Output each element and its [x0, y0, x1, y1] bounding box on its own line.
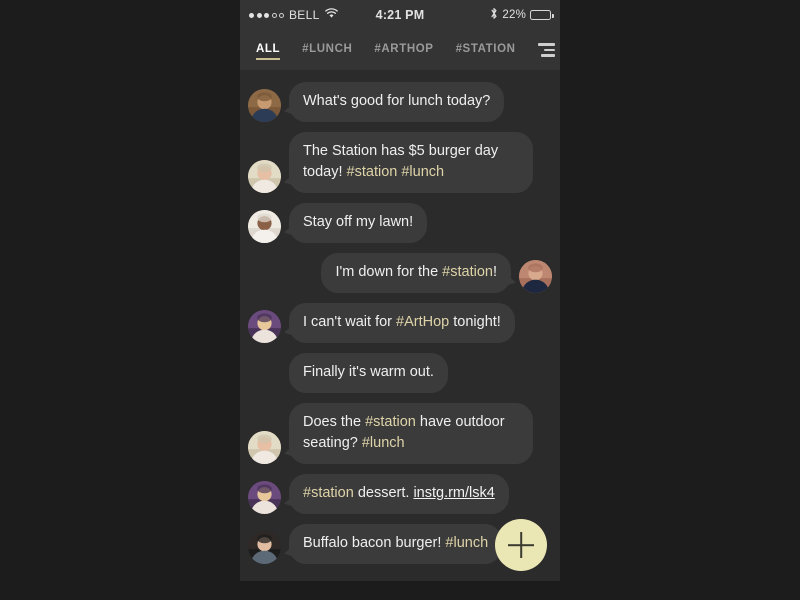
hashtag-link[interactable]: #station: [347, 164, 398, 180]
wifi-icon: [324, 8, 338, 22]
avatar[interactable]: [248, 310, 281, 344]
message-text: I'm down for the: [335, 264, 443, 281]
tab-all[interactable]: ALL: [256, 40, 281, 60]
avatar[interactable]: [248, 531, 281, 565]
battery-percent-label: 22%: [502, 9, 526, 21]
hashtag-link[interactable]: #station: [365, 414, 416, 430]
message-bubble[interactable]: Does the #station have outdoor seating? …: [289, 403, 533, 465]
status-bar-right: 22%: [424, 7, 554, 23]
message-row: #station dessert. instg.rm/lsk4: [248, 474, 552, 515]
message-row: I can't wait for #ArtHop tonight!: [248, 303, 552, 344]
message-bubble[interactable]: I can't wait for #ArtHop tonight!: [289, 303, 515, 344]
message-text: !: [492, 264, 497, 281]
tab-arthop[interactable]: #ARTHOP: [374, 40, 433, 60]
status-bar: BELL 4:21 PM 22%: [240, 0, 560, 30]
hashtag-link[interactable]: #station: [303, 485, 354, 501]
message-row: Finally it's warm out.: [248, 353, 552, 394]
message-row: Stay off my lawn!: [248, 203, 552, 244]
signal-dot-empty: [271, 12, 277, 18]
message-text: Buffalo bacon burger!: [303, 535, 446, 552]
avatar[interactable]: [248, 210, 281, 244]
message-text: Finally it's warm out.: [303, 364, 434, 381]
message-bubble[interactable]: Finally it's warm out.: [289, 353, 448, 394]
phone-screen: BELL 4:21 PM 22% ALL #LUNCH #ARTHOP #STA…: [240, 0, 560, 581]
avatar[interactable]: [248, 431, 281, 465]
message-text: What's good for lunch today?: [303, 93, 491, 109]
signal-strength-icon: [249, 12, 284, 18]
status-bar-left: BELL: [249, 8, 376, 22]
message-bubble[interactable]: What's good for lunch today?: [289, 82, 505, 123]
hashtag-link[interactable]: #lunch: [401, 164, 444, 180]
signal-dot-filled: [264, 12, 269, 18]
carrier-label: BELL: [289, 8, 320, 22]
message-bubble[interactable]: Buffalo bacon burger! #lunch: [289, 524, 503, 565]
screenshot-canvas: BELL 4:21 PM 22% ALL #LUNCH #ARTHOP #STA…: [0, 0, 800, 600]
message-text: Stay off my lawn!: [303, 214, 414, 231]
message-text: Does the: [303, 414, 366, 431]
tab-station[interactable]: #STATION: [456, 40, 516, 60]
battery-icon: [530, 10, 554, 20]
message-list[interactable]: What's good for lunch today? The Station …: [240, 70, 560, 581]
message-row: What's good for lunch today?: [248, 82, 552, 123]
clock-label: 4:21 PM: [375, 8, 425, 22]
message-text: tonight!: [449, 314, 501, 331]
message-link[interactable]: instg.rm/lsk4: [413, 485, 494, 501]
message-row: Does the #station have outdoor seating? …: [248, 403, 552, 465]
signal-dot-filled: [249, 12, 254, 18]
message-bubble[interactable]: The Station has $5 burger day today! #st…: [289, 132, 533, 194]
plus-icon: [508, 532, 534, 558]
avatar[interactable]: [248, 481, 281, 515]
avatar[interactable]: [248, 89, 281, 123]
message-bubble[interactable]: Stay off my lawn!: [289, 203, 428, 244]
message-bubble[interactable]: I'm down for the #station!: [321, 253, 511, 294]
bluetooth-icon: [490, 7, 498, 23]
message-text: I can't wait for: [303, 314, 397, 331]
tab-bar: ALL #LUNCH #ARTHOP #STATION: [240, 30, 560, 70]
status-bar-center: 4:21 PM: [376, 8, 425, 22]
tab-lunch[interactable]: #LUNCH: [302, 40, 352, 60]
hashtag-link[interactable]: #lunch: [445, 535, 488, 551]
signal-dot-filled: [256, 12, 262, 18]
hashtag-link[interactable]: #ArtHop: [396, 314, 449, 330]
signal-dot-empty: [279, 12, 284, 18]
avatar[interactable]: [248, 160, 281, 194]
hashtag-link[interactable]: #station: [442, 264, 493, 280]
message-bubble[interactable]: #station dessert. instg.rm/lsk4: [289, 474, 509, 515]
avatar[interactable]: [519, 260, 552, 294]
hashtag-link[interactable]: #lunch: [362, 435, 405, 451]
message-text: dessert.: [353, 485, 414, 502]
tab-list: ALL #LUNCH #ARTHOP #STATION: [256, 40, 538, 60]
message-row: I'm down for the #station!: [248, 253, 552, 294]
new-message-button[interactable]: [495, 519, 547, 571]
message-row: The Station has $5 burger day today! #st…: [248, 132, 552, 194]
hamburger-menu-icon[interactable]: [537, 40, 555, 60]
